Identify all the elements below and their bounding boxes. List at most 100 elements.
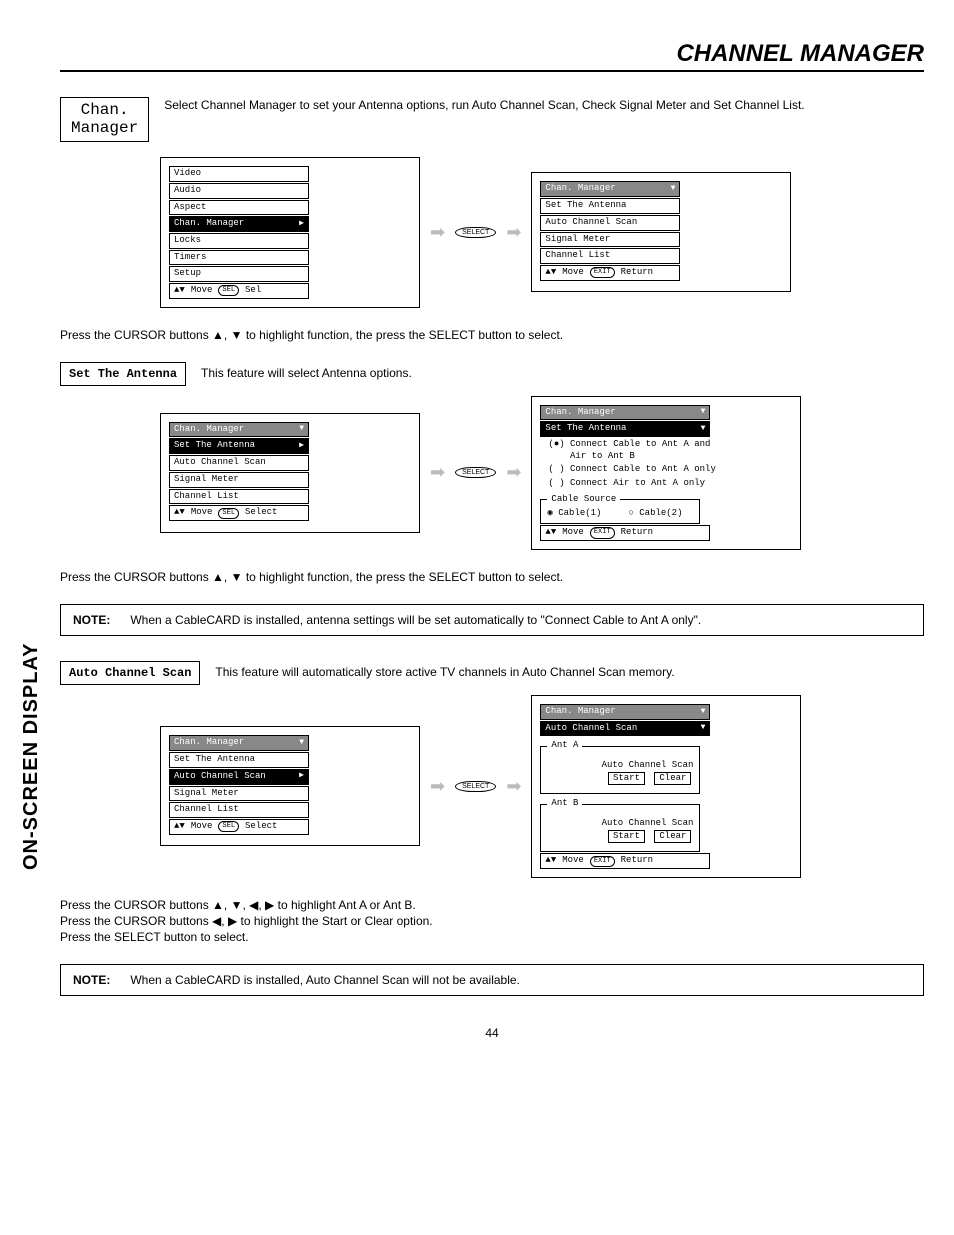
note-box-antenna: NOTE: When a CableCARD is installed, ant…: [60, 604, 924, 636]
menu-item: Set The Antenna: [540, 198, 680, 214]
hint-move: Move: [191, 285, 213, 297]
screen-antenna-left: Chan. Manager▼ Set The Antenna▶ Auto Cha…: [160, 413, 420, 533]
cable1: ◉ Cable(1): [547, 508, 601, 518]
menu-sub-selected: Auto Channel Scan▼: [540, 721, 710, 737]
menu-item: Aspect: [169, 200, 309, 216]
menu-header: Chan. Manager▼: [169, 422, 309, 438]
antB-legend: Ant B: [547, 798, 582, 810]
menu-sub-selected: Set The Antenna▼: [540, 421, 710, 437]
page-number: 44: [60, 1026, 924, 1040]
start-button[interactable]: Start: [608, 830, 645, 844]
chevron-down-icon: ▼: [299, 424, 304, 434]
sel-pill: SEL: [218, 821, 239, 832]
exit-pill: EXIT: [590, 527, 615, 538]
set-antenna-text: This feature will select Antenna options…: [201, 365, 924, 382]
radio-opt2: ( ) Connect Cable to Ant A only: [548, 464, 792, 476]
hint-sel: Select: [245, 821, 277, 833]
menu-item: Audio: [169, 183, 309, 199]
arrow-right-icon: ➡: [430, 462, 445, 483]
note-box-autoscan: NOTE: When a CableCARD is installed, Aut…: [60, 964, 924, 996]
hint-move: Move: [562, 267, 584, 279]
updown-icon: ▲▼: [545, 855, 556, 867]
exit-pill: EXIT: [590, 267, 615, 278]
hint-row: ▲▼ Move EXIT Return: [540, 525, 710, 541]
arrow-right-icon: ➡: [430, 776, 445, 797]
scan-label: Auto Channel Scan: [551, 818, 693, 830]
auto-scan-label: Auto Channel Scan: [60, 661, 200, 685]
cable-source-fieldset: Cable Source ◉ Cable(1) ○ Cable(2): [540, 494, 700, 524]
menu-item-selected: Chan. Manager▶: [169, 216, 309, 232]
hint-sel: Sel: [245, 285, 261, 297]
screen-main-menu: Video Audio Aspect Chan. Manager▶ Locks …: [160, 157, 420, 308]
menu-header: Chan. Manager▼: [540, 181, 680, 197]
section-row-antenna: Set The Antenna This feature will select…: [60, 362, 924, 386]
antB-fieldset: Ant B Auto Channel Scan Start Clear: [540, 798, 700, 852]
chevron-down-icon: ▼: [671, 184, 676, 194]
hint-row: ▲▼ Move EXIT Return: [540, 265, 680, 281]
screen-antenna-right: Chan. Manager▼ Set The Antenna▼ (●) Conn…: [531, 396, 801, 550]
side-label: ON-SCREEN DISPLAY: [20, 643, 43, 870]
body-text-scan3: Press the SELECT button to select.: [60, 930, 924, 944]
arrow-right-icon: ➡: [430, 222, 445, 243]
start-button[interactable]: Start: [608, 772, 645, 786]
menu-item: Set The Antenna: [169, 752, 309, 768]
screen-autoscan-right: Chan. Manager▼ Auto Channel Scan▼ Ant A …: [531, 695, 801, 878]
intro-text: Select Channel Manager to set your Anten…: [164, 97, 924, 114]
note-label: NOTE:: [73, 973, 110, 987]
arrow-right-icon: ➡: [506, 462, 521, 483]
menu-item: Auto Channel Scan: [169, 455, 309, 471]
intro-row: Chan. Manager Select Channel Manager to …: [60, 97, 924, 142]
menu-item: Video: [169, 166, 309, 182]
updown-icon: ▲▼: [174, 507, 185, 519]
set-antenna-label: Set The Antenna: [60, 362, 186, 386]
updown-icon: ▲▼: [174, 285, 185, 297]
page-title: CHANNEL MANAGER: [60, 40, 924, 72]
arrow-right-icon: ➡: [506, 776, 521, 797]
hint-move: Move: [562, 527, 584, 539]
screen-autoscan-left: Chan. Manager▼ Set The Antenna Auto Chan…: [160, 726, 420, 846]
antA-legend: Ant A: [547, 740, 582, 752]
menu-item: Locks: [169, 233, 309, 249]
sel-pill: SEL: [218, 285, 239, 296]
body-text-antenna: Press the CURSOR buttons ▲, ▼ to highlig…: [60, 570, 924, 584]
chan-manager-box: Chan. Manager: [60, 97, 149, 142]
scan-label: Auto Channel Scan: [551, 760, 693, 772]
hint-return: Return: [621, 855, 653, 867]
menu-header: Chan. Manager▼: [540, 704, 710, 720]
sel-pill: SEL: [218, 508, 239, 519]
body-text-scan2: Press the CURSOR buttons ◀, ▶ to highlig…: [60, 914, 924, 928]
section-row-autoscan: Auto Channel Scan This feature will auto…: [60, 661, 924, 685]
clear-button[interactable]: Clear: [654, 772, 691, 786]
chevron-down-icon: ▼: [299, 738, 304, 748]
select-button-icon: SELECT: [455, 781, 496, 792]
menu-item: Timers: [169, 250, 309, 266]
hint-row: ▲▼ Move SEL Sel: [169, 283, 309, 299]
updown-icon: ▲▼: [545, 527, 556, 539]
screen-chan-manager: Chan. Manager▼ Set The Antenna Auto Chan…: [531, 172, 791, 292]
chevron-right-icon: ▶: [299, 219, 304, 229]
menu-item-selected: Set The Antenna▶: [169, 438, 309, 454]
menu-item: Signal Meter: [169, 472, 309, 488]
note-text: When a CableCARD is installed, Auto Chan…: [130, 973, 520, 987]
menu-item: Setup: [169, 266, 309, 282]
chevron-right-icon: ▶: [299, 441, 304, 451]
note-text: When a CableCARD is installed, antenna s…: [130, 613, 701, 627]
hint-return: Return: [621, 267, 653, 279]
select-button-icon: SELECT: [455, 227, 496, 238]
screens-row-antenna: Chan. Manager▼ Set The Antenna▶ Auto Cha…: [160, 396, 924, 550]
hint-row: ▲▼ Move EXIT Return: [540, 853, 710, 869]
cable2: ○ Cable(2): [628, 508, 682, 518]
chevron-down-icon: ▼: [701, 723, 706, 733]
updown-icon: ▲▼: [174, 821, 185, 833]
hint-move: Move: [191, 507, 213, 519]
chevron-down-icon: ▼: [701, 707, 706, 717]
cable-source-legend: Cable Source: [547, 494, 620, 506]
antA-fieldset: Ant A Auto Channel Scan Start Clear: [540, 740, 700, 794]
chevron-down-icon: ▼: [701, 424, 706, 434]
menu-header: Chan. Manager▼: [540, 405, 710, 421]
hint-sel: Select: [245, 507, 277, 519]
hint-row: ▲▼ Move SEL Select: [169, 819, 309, 835]
menu-item: Channel List: [169, 489, 309, 505]
clear-button[interactable]: Clear: [654, 830, 691, 844]
menu-item: Channel List: [540, 248, 680, 264]
